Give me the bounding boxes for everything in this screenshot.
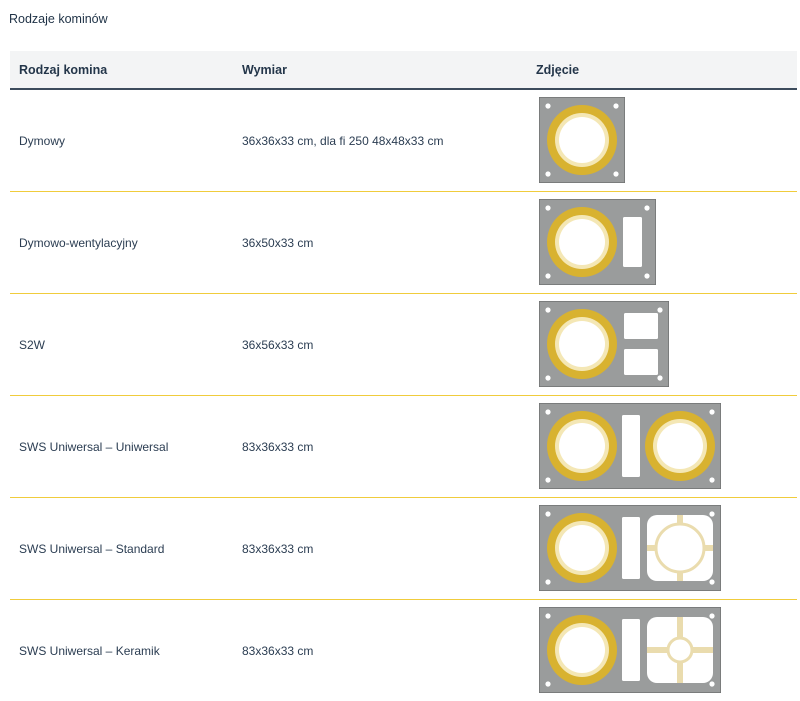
- table-row: SWS Uniwersal – Standard 83x36x33 cm: [10, 498, 797, 600]
- row-type: S2W: [19, 337, 46, 352]
- chimney-double-flue-standard-image: [539, 505, 721, 591]
- row-size: 83x36x33 cm: [242, 541, 314, 556]
- row-size: 36x50x33 cm: [242, 235, 314, 250]
- row-size: 83x36x33 cm: [242, 643, 314, 658]
- table-header: Rodzaj komina Wymiar Zdjęcie: [10, 51, 797, 90]
- header-size: Wymiar: [242, 63, 287, 77]
- table-row: SWS Uniwersal – Uniwersal 83x36x33 cm: [10, 396, 797, 498]
- row-type: SWS Uniwersal – Keramik: [19, 643, 160, 658]
- header-photo: Zdjęcie: [536, 63, 580, 77]
- table-row: S2W 36x56x33 cm: [10, 294, 797, 396]
- row-type: Dymowy: [19, 133, 66, 148]
- chimney-double-flue-image: [539, 403, 721, 489]
- table-row: Dymowy 36x36x33 cm, dla fi 250 48x48x33 …: [10, 90, 797, 192]
- chimney-double-flue-keramik-image: [539, 607, 721, 693]
- table-row: SWS Uniwersal – Keramik 83x36x33 cm: [10, 600, 797, 701]
- row-type: Dymowo-wentylacyjny: [19, 235, 138, 250]
- row-type: SWS Uniwersal – Uniwersal: [19, 439, 169, 454]
- header-type: Rodzaj komina: [19, 63, 108, 77]
- row-size: 36x56x33 cm: [242, 337, 314, 352]
- table-caption: Rodzaje kominów: [9, 12, 108, 26]
- row-size: 83x36x33 cm: [242, 439, 314, 454]
- row-type: SWS Uniwersal – Standard: [19, 541, 165, 556]
- chimney-single-flue-image: [539, 97, 625, 183]
- chimney-types-table: Rodzaj komina Wymiar Zdjęcie Dymowy 36x3…: [10, 51, 797, 701]
- table-row: Dymowo-wentylacyjny 36x50x33 cm: [10, 192, 797, 294]
- chimney-flue-vent-image: [539, 199, 656, 285]
- chimney-flue-two-vents-image: [539, 301, 669, 387]
- row-size: 36x36x33 cm, dla fi 250 48x48x33 cm: [242, 133, 444, 148]
